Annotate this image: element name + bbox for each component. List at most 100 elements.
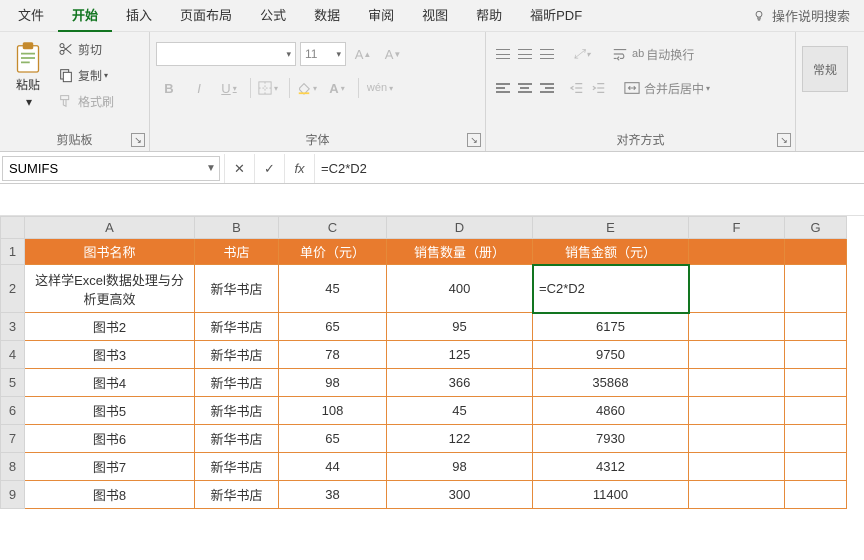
name-box-input[interactable] — [3, 161, 203, 176]
menu-layout[interactable]: 页面布局 — [166, 0, 246, 32]
cell[interactable]: 图书6 — [25, 425, 195, 453]
cell[interactable]: 95 — [387, 313, 533, 341]
cell[interactable]: 45 — [387, 397, 533, 425]
active-cell[interactable]: =C2*D2 — [533, 265, 689, 313]
menu-formula[interactable]: 公式 — [246, 0, 300, 32]
align-center-button[interactable] — [514, 76, 536, 100]
cell[interactable]: 单价（元） — [279, 239, 387, 265]
cell[interactable]: 38 — [279, 481, 387, 509]
cell[interactable]: 108 — [279, 397, 387, 425]
cell[interactable] — [785, 265, 847, 313]
row-header[interactable]: 9 — [1, 481, 25, 509]
cell[interactable] — [689, 239, 785, 265]
cell[interactable] — [785, 397, 847, 425]
cell[interactable]: 4860 — [533, 397, 689, 425]
cell[interactable]: 65 — [279, 313, 387, 341]
cell[interactable] — [689, 481, 785, 509]
cell[interactable]: 78 — [279, 341, 387, 369]
cell[interactable]: 6175 — [533, 313, 689, 341]
italic-button[interactable]: I — [186, 76, 212, 100]
underline-button[interactable]: U▾ — [216, 76, 242, 100]
alignment-dialog-launcher[interactable]: ↘ — [777, 133, 791, 147]
cell[interactable]: 98 — [279, 369, 387, 397]
wrap-text-button[interactable]: ab 自动换行 — [606, 42, 700, 66]
cell[interactable] — [689, 341, 785, 369]
row-header[interactable]: 3 — [1, 313, 25, 341]
cell[interactable]: 图书3 — [25, 341, 195, 369]
font-size-combo[interactable]: 11▾ — [300, 42, 346, 66]
col-header-F[interactable]: F — [689, 217, 785, 239]
bold-button[interactable]: B — [156, 76, 182, 100]
menu-view[interactable]: 视图 — [408, 0, 462, 32]
shrink-font-button[interactable]: A▼ — [380, 42, 406, 66]
enter-formula-button[interactable]: ✓ — [254, 154, 284, 183]
orientation-button[interactable]: ⤢▾ — [566, 42, 598, 66]
cell[interactable] — [689, 265, 785, 313]
menu-foxit[interactable]: 福昕PDF — [516, 0, 596, 32]
phonetic-button[interactable]: wén▾ — [363, 76, 397, 100]
cell[interactable]: 98 — [387, 453, 533, 481]
cell[interactable]: 7930 — [533, 425, 689, 453]
cell[interactable]: 11400 — [533, 481, 689, 509]
font-name-combo[interactable]: ▾ — [156, 42, 296, 66]
name-box-dropdown[interactable]: ▼ — [203, 163, 219, 174]
cut-button[interactable]: 剪切 — [54, 36, 118, 62]
cell[interactable]: 122 — [387, 425, 533, 453]
fill-color-button[interactable]: ▾ — [294, 76, 320, 100]
menu-data[interactable]: 数据 — [300, 0, 354, 32]
menu-review[interactable]: 审阅 — [354, 0, 408, 32]
grid[interactable]: A B C D E F G 1 图书名称 书店 单价（元） 销售数量（册） 销售… — [0, 216, 847, 509]
row-header[interactable]: 1 — [1, 239, 25, 265]
cell[interactable]: 65 — [279, 425, 387, 453]
cell[interactable] — [785, 313, 847, 341]
cancel-formula-button[interactable]: ✕ — [224, 154, 254, 183]
row-header[interactable]: 8 — [1, 453, 25, 481]
cell[interactable] — [785, 369, 847, 397]
select-all-corner[interactable] — [1, 217, 25, 239]
cell[interactable] — [785, 481, 847, 509]
cell[interactable]: 新华书店 — [195, 425, 279, 453]
col-header-C[interactable]: C — [279, 217, 387, 239]
cell[interactable]: 新华书店 — [195, 369, 279, 397]
cell[interactable] — [689, 313, 785, 341]
cell[interactable]: 图书4 — [25, 369, 195, 397]
menu-insert[interactable]: 插入 — [112, 0, 166, 32]
indent-decrease-button[interactable] — [566, 76, 588, 100]
cell[interactable]: 300 — [387, 481, 533, 509]
cell[interactable] — [785, 239, 847, 265]
font-color-button[interactable]: A▾ — [324, 76, 350, 100]
cell[interactable]: 新华书店 — [195, 453, 279, 481]
merge-center-button[interactable]: 合并后居中▾ — [618, 76, 716, 100]
formula-bar[interactable]: =C2*D2 — [314, 154, 864, 183]
cell[interactable]: 35868 — [533, 369, 689, 397]
tell-me-search[interactable]: 操作说明搜索 — [742, 0, 860, 32]
menu-help[interactable]: 帮助 — [462, 0, 516, 32]
format-painter-button[interactable]: 格式刷 — [54, 88, 118, 114]
insert-function-button[interactable]: fx — [284, 154, 314, 183]
cell[interactable]: 图书名称 — [25, 239, 195, 265]
cell[interactable]: 图书8 — [25, 481, 195, 509]
cell[interactable] — [785, 425, 847, 453]
cell[interactable]: 新华书店 — [195, 313, 279, 341]
align-middle-button[interactable] — [514, 42, 536, 66]
cell[interactable]: 销售金额（元） — [533, 239, 689, 265]
cell[interactable]: 新华书店 — [195, 397, 279, 425]
align-top-button[interactable] — [492, 42, 514, 66]
cell[interactable] — [689, 369, 785, 397]
number-format-combo[interactable]: 常规 — [802, 46, 848, 92]
cell[interactable]: 44 — [279, 453, 387, 481]
border-button[interactable]: ▾ — [255, 76, 281, 100]
cell[interactable]: 125 — [387, 341, 533, 369]
cell[interactable]: 新华书店 — [195, 341, 279, 369]
cell[interactable] — [785, 341, 847, 369]
clipboard-dialog-launcher[interactable]: ↘ — [131, 133, 145, 147]
row-header[interactable]: 5 — [1, 369, 25, 397]
cell[interactable]: 45 — [279, 265, 387, 313]
copy-button[interactable]: 复制▾ — [54, 62, 118, 88]
col-header-B[interactable]: B — [195, 217, 279, 239]
cell[interactable] — [689, 397, 785, 425]
col-header-G[interactable]: G — [785, 217, 847, 239]
cell[interactable]: 书店 — [195, 239, 279, 265]
menu-home[interactable]: 开始 — [58, 0, 112, 32]
paste-button[interactable]: 粘贴 ▾ — [6, 36, 50, 109]
